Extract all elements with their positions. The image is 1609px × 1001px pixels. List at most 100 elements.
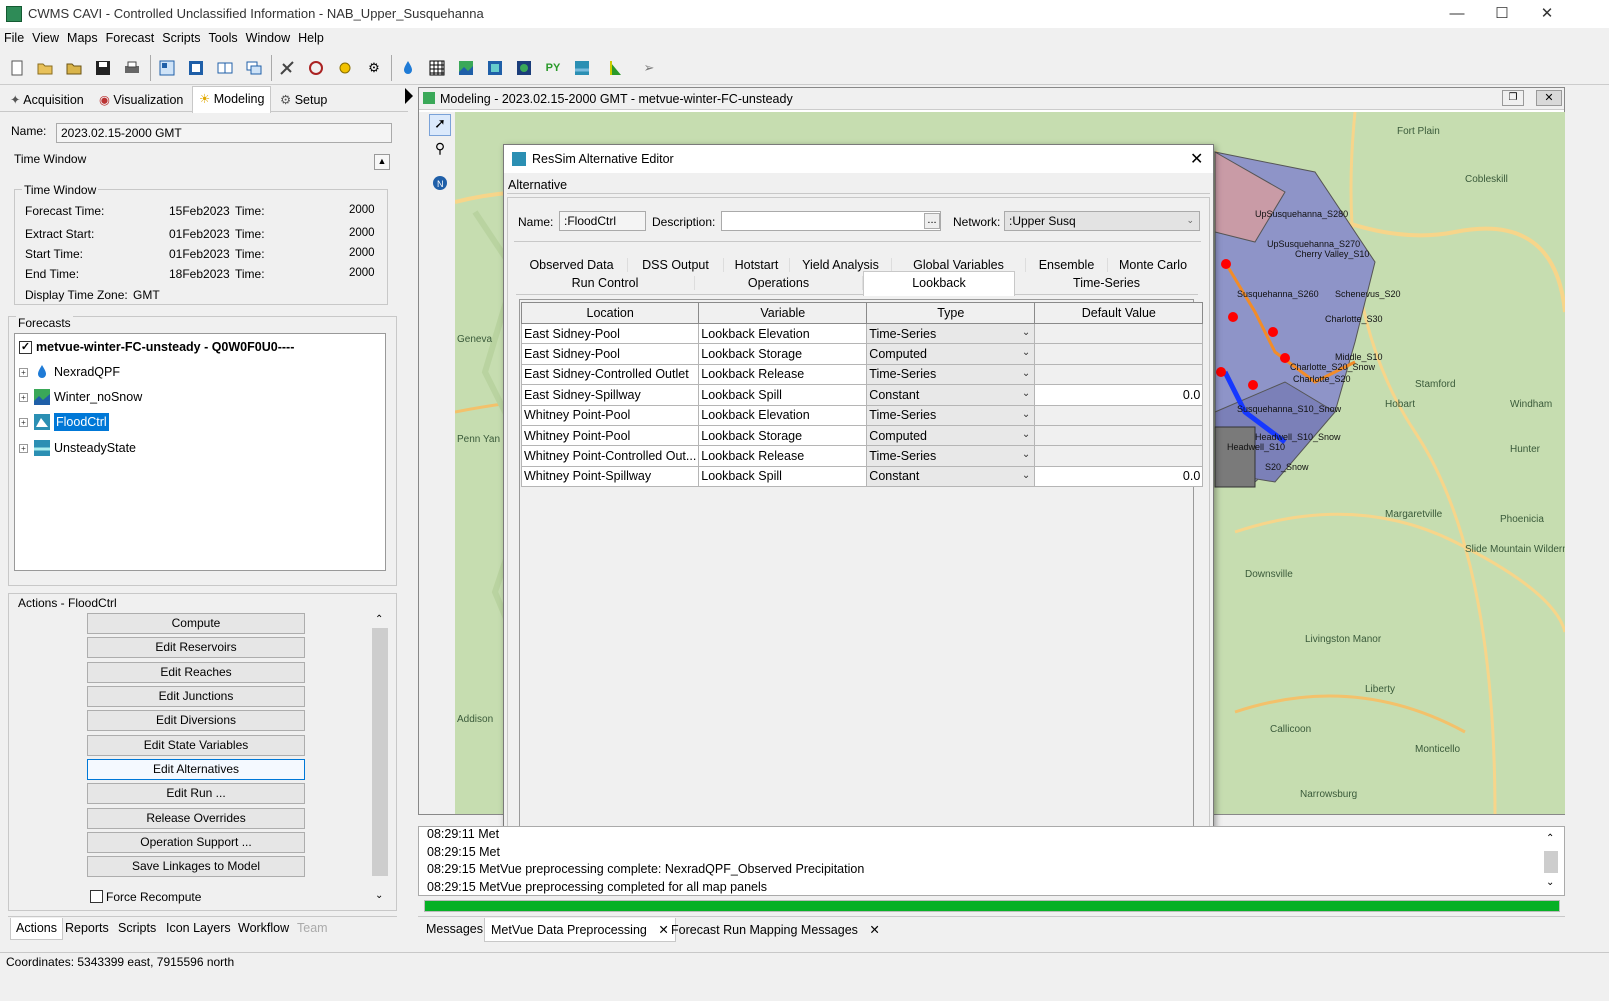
table-row[interactable]: Whitney Point-Spillway Lookback Spill Co… xyxy=(520,465,1204,488)
close-tab-icon[interactable]: ✕ xyxy=(869,923,879,937)
compute-button[interactable]: Compute xyxy=(87,613,305,634)
tool1-icon[interactable] xyxy=(275,56,299,80)
table-row[interactable]: East Sidney-Controlled Outlet Lookback R… xyxy=(520,363,1204,386)
cell-default[interactable]: 0.0 xyxy=(1034,384,1204,406)
python-icon[interactable]: PY xyxy=(541,56,565,80)
checkbox-icon[interactable]: ✓ xyxy=(19,340,32,354)
pointer-icon[interactable]: ➚ xyxy=(429,114,451,136)
messages-panel[interactable]: 08:29:11 Met 08:29:15 Met 08:29:15 MetVu… xyxy=(418,826,1565,896)
cell-variable[interactable]: Lookback Storage xyxy=(698,343,868,365)
gear-icon[interactable]: ⚙ xyxy=(362,56,386,80)
maximize-button[interactable]: ☐ xyxy=(1487,4,1517,24)
tab-setup[interactable]: ⚙ Setup xyxy=(274,88,333,112)
col-default-value[interactable]: Default Value xyxy=(1034,302,1204,324)
table-row[interactable]: Whitney Point-Controlled Out... Lookback… xyxy=(520,445,1204,467)
extract-start-date[interactable]: 01Feb2023 xyxy=(169,227,230,241)
tab-messages[interactable]: Messages xyxy=(420,918,489,942)
forecast-date[interactable]: 15Feb2023 xyxy=(169,204,230,218)
cell-variable[interactable]: Lookback Spill xyxy=(698,384,868,406)
image3-icon[interactable] xyxy=(512,56,536,80)
tab-operations[interactable]: Operations xyxy=(695,276,863,290)
tab-time-series[interactable]: Time-Series xyxy=(1015,276,1198,290)
layout2-icon[interactable] xyxy=(184,56,208,80)
cell-default[interactable]: 0.0 xyxy=(1034,465,1204,488)
restore-icon[interactable]: ❐ xyxy=(1502,90,1524,106)
tab-yield-analysis[interactable]: Yield Analysis xyxy=(790,258,892,272)
cell-location[interactable]: East Sidney-Pool xyxy=(520,322,700,345)
close-map-icon[interactable]: ✕ xyxy=(1536,90,1562,106)
menu-window[interactable]: Window xyxy=(242,28,294,45)
menu-scripts[interactable]: Scripts xyxy=(158,28,204,45)
operation-support-button[interactable]: Operation Support ... xyxy=(87,832,305,853)
menu-alternative[interactable]: Alternative xyxy=(508,178,567,192)
close-button[interactable]: ✕ xyxy=(1532,4,1562,24)
north-icon[interactable]: N xyxy=(429,174,451,196)
cell-variable[interactable]: Lookback Storage xyxy=(698,424,868,447)
col-type[interactable]: Type xyxy=(866,302,1036,324)
layout3-icon[interactable] xyxy=(213,56,237,80)
scroll-down-icon[interactable]: ⌄ xyxy=(375,890,383,901)
edit-alternatives-button[interactable]: Edit Alternatives xyxy=(87,759,305,780)
tab-monte-carlo[interactable]: Monte Carlo xyxy=(1108,258,1198,272)
cell-variable[interactable]: Lookback Spill xyxy=(698,465,868,488)
cell-location[interactable]: East Sidney-Controlled Outlet xyxy=(520,363,700,386)
edit-junctions-button[interactable]: Edit Junctions xyxy=(87,686,305,707)
menu-maps[interactable]: Maps xyxy=(63,28,102,45)
tree-item-winter-nosnow[interactable]: + Winter_noSnow xyxy=(19,386,142,408)
cell-type-select[interactable]: Constant ⌄ xyxy=(866,384,1036,406)
tab-observed-data[interactable]: Observed Data xyxy=(516,258,628,272)
drop-icon[interactable] xyxy=(396,56,420,80)
tab-reports[interactable]: Reports xyxy=(60,918,114,940)
tab-team[interactable]: Team xyxy=(292,918,333,940)
end-date[interactable]: 18Feb2023 xyxy=(169,267,230,281)
release-overrides-button[interactable]: Release Overrides xyxy=(87,808,305,829)
open-icon[interactable] xyxy=(33,56,57,80)
menu-tools[interactable]: Tools xyxy=(204,28,241,45)
browse-button[interactable]: ... xyxy=(924,213,940,229)
edit-reservoirs-button[interactable]: Edit Reservoirs xyxy=(87,637,305,658)
scroll-thumb[interactable] xyxy=(372,628,388,876)
save-linkages-button[interactable]: Save Linkages to Model xyxy=(87,856,305,877)
tab-metvue-preprocessing[interactable]: MetVue Data Preprocessing ✕ xyxy=(484,918,676,942)
start-time-value[interactable]: 2000 xyxy=(349,247,375,259)
forecast-root[interactable]: ✓ metvue-winter-FC-unsteady - Q0W0F0U0--… xyxy=(19,336,294,358)
cell-location[interactable]: East Sidney-Pool xyxy=(520,343,700,365)
scroll-up-icon[interactable]: ⌃ xyxy=(1546,833,1554,844)
collapse-up-icon[interactable]: ▲ xyxy=(374,154,390,170)
folder-icon[interactable] xyxy=(62,56,86,80)
minimize-button[interactable]: — xyxy=(1442,4,1472,24)
scroll-thumb[interactable] xyxy=(1544,851,1558,873)
table-row[interactable]: East Sidney-Pool Lookback Storage Comput… xyxy=(520,343,1204,365)
cell-type-select[interactable]: Time-Series ⌄ xyxy=(866,404,1036,426)
description-field[interactable] xyxy=(721,211,941,231)
print-icon[interactable] xyxy=(120,56,144,80)
cell-location[interactable]: East Sidney-Spillway xyxy=(520,384,700,406)
tab-visualization[interactable]: ◉ Visualization xyxy=(93,88,189,112)
tool3-icon[interactable] xyxy=(333,56,357,80)
tab-lookback[interactable]: Lookback xyxy=(863,271,1015,296)
messages-scrollbar[interactable]: ⌃ ⌄ xyxy=(1543,833,1559,893)
network-select[interactable]: :Upper Susq ⌄ xyxy=(1004,211,1200,231)
table-row[interactable]: Whitney Point-Pool Lookback Elevation Ti… xyxy=(520,404,1204,426)
tab-icon-layers[interactable]: Icon Layers xyxy=(161,918,236,940)
cell-variable[interactable]: Lookback Release xyxy=(698,363,868,386)
tab-forecast-run-mapping[interactable]: Forecast Run Mapping Messages ✕ xyxy=(665,918,886,942)
scroll-up-icon[interactable]: ⌃ xyxy=(375,614,383,625)
tree-item-unsteadystate[interactable]: + UnsteadyState xyxy=(19,437,136,459)
edit-run-button[interactable]: Edit Run ... xyxy=(87,783,305,804)
cell-type-select[interactable]: Time-Series ⌄ xyxy=(866,322,1036,345)
tab-ensemble[interactable]: Ensemble xyxy=(1026,258,1108,272)
forecast-time-value[interactable]: 2000 xyxy=(349,204,375,216)
image2-icon[interactable] xyxy=(483,56,507,80)
layout4-icon[interactable] xyxy=(242,56,266,80)
tree-item-nexradqpf[interactable]: + NexradQPF xyxy=(19,361,120,383)
cell-location[interactable]: Whitney Point-Controlled Out... xyxy=(520,445,700,467)
expand-icon[interactable]: + xyxy=(19,392,28,402)
cell-variable[interactable]: Lookback Release xyxy=(698,445,868,467)
save-icon[interactable] xyxy=(91,56,115,80)
cell-variable[interactable]: Lookback Elevation xyxy=(698,404,868,426)
tab-hotstart[interactable]: Hotstart xyxy=(724,258,790,272)
cell-variable[interactable]: Lookback Elevation xyxy=(698,322,868,345)
menu-help[interactable]: Help xyxy=(294,28,328,45)
image1-icon[interactable] xyxy=(454,56,478,80)
